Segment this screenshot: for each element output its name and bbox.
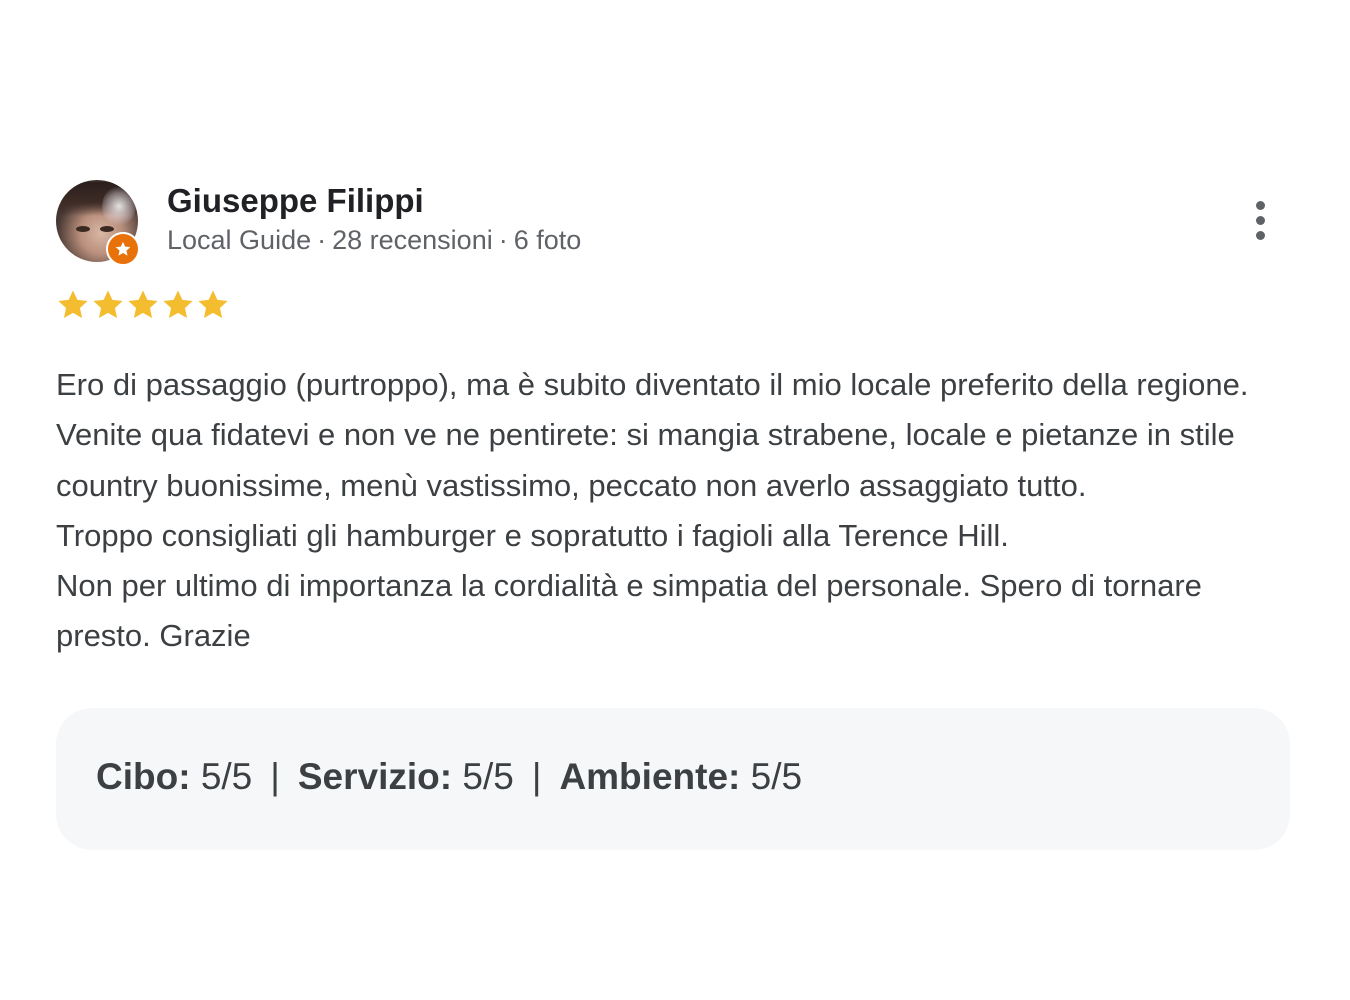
sub-ratings-box: Cibo: 5/5 | Servizio: 5/5 | Ambiente: 5/5: [56, 708, 1290, 850]
service-rating-label: Servizio:: [297, 756, 453, 797]
star-icon: [93, 290, 123, 319]
meta-separator: ·: [498, 225, 508, 255]
review-paragraph: Non per ultimo di importanza la cordiali…: [56, 568, 1202, 654]
sub-ratings: Cibo: 5/5 | Servizio: 5/5 | Ambiente: 5/5: [96, 756, 802, 798]
review-text: Ero di passaggio (purtroppo), ma è subit…: [56, 360, 1290, 662]
ambience-rating-value: 5/5: [750, 756, 803, 797]
reviewer-name[interactable]: Giuseppe Filippi: [167, 182, 424, 220]
review-header: Giuseppe Filippi Local Guide · 28 recensio…: [56, 178, 1290, 266]
review-card: Giuseppe Filippi Local Guide · 28 recensio…: [56, 178, 1290, 850]
food-rating-label: Cibo:: [96, 756, 191, 797]
rating-separator: |: [270, 756, 280, 797]
star-icon: [58, 290, 88, 319]
rating-separator: |: [531, 756, 542, 797]
reviewer-meta: Local Guide · 28 recensioni · 6 foto: [167, 225, 581, 256]
review-paragraph: Troppo consigliati gli hamburger e sopra…: [56, 517, 1009, 553]
star-rating: [56, 288, 230, 322]
reviews-count: 28 recensioni: [332, 225, 493, 255]
avatar-eye-right: [100, 226, 114, 232]
star-icon: [115, 241, 131, 256]
avatar-eye-left: [76, 226, 90, 232]
star-icon: [198, 290, 228, 319]
service-rating-value: 5/5: [462, 756, 514, 797]
more-vert-icon-dot: [1255, 230, 1265, 240]
star-icon: [128, 290, 158, 319]
reviewer-level: Local Guide: [167, 225, 312, 255]
more-vert-icon-dot: [1255, 215, 1265, 225]
ambience-rating-label: Ambiente:: [559, 756, 741, 797]
more-options-button[interactable]: [1244, 196, 1276, 244]
local-guide-badge: [106, 232, 140, 266]
food-rating-value: 5/5: [200, 756, 253, 797]
more-vert-icon-dot: [1255, 200, 1265, 210]
photos-count: 6 foto: [513, 225, 582, 255]
star-icon: [163, 290, 193, 319]
avatar-highlight: [102, 186, 136, 226]
meta-separator: ·: [317, 225, 327, 255]
review-paragraph: Ero di passaggio (purtroppo), ma è subit…: [56, 367, 1249, 503]
